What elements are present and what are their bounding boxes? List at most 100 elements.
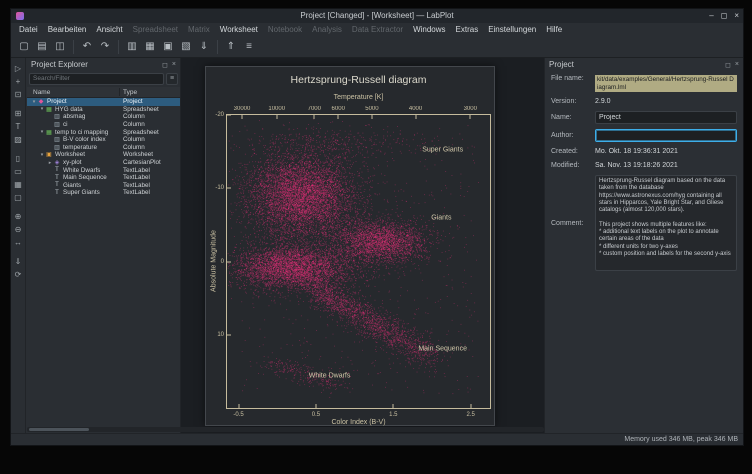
author-field[interactable] bbox=[595, 129, 737, 142]
menu-hilfe[interactable]: Hilfe bbox=[541, 23, 567, 36]
scatter-canvas[interactable] bbox=[227, 115, 490, 408]
titlebar[interactable]: Project [Changed] - [Worksheet] — LabPlo… bbox=[11, 9, 743, 23]
plot-text-label-main-sequence[interactable]: Main Sequence bbox=[418, 346, 467, 353]
tree-row-giants[interactable]: TGiantsTextLabel bbox=[27, 182, 180, 190]
tick-label: 1.5 bbox=[389, 412, 397, 418]
add-image-button[interactable]: ▨ bbox=[11, 133, 25, 146]
column-header-type[interactable]: Type bbox=[123, 87, 137, 98]
search-input[interactable] bbox=[29, 73, 164, 85]
menu-extras[interactable]: Extras bbox=[451, 23, 484, 36]
tick-mark bbox=[393, 404, 394, 408]
break-layout-button[interactable]: ▢ bbox=[11, 191, 25, 204]
tree-column-headers[interactable]: Name Type bbox=[27, 87, 180, 98]
worksheet-view[interactable]: Hertzsprung-Russell diagram Temperature … bbox=[181, 58, 545, 433]
tree-row-ci[interactable]: ▥ciColumn bbox=[27, 121, 180, 129]
tree-row-worksheet[interactable]: ▾▣WorksheetWorksheet bbox=[27, 151, 180, 159]
zoom-select-icon: ⊡ bbox=[15, 90, 22, 99]
tree-row-xy-plot[interactable]: ▸◈xy-plotCartesianPlot bbox=[27, 159, 180, 167]
menu-worksheet[interactable]: Worksheet bbox=[215, 23, 263, 36]
save-project-button[interactable]: ◫ bbox=[51, 38, 69, 56]
plot-title[interactable]: Hertzsprung-Russell diagram bbox=[226, 74, 491, 86]
maximize-button[interactable]: ◻ bbox=[721, 9, 728, 23]
print-button[interactable]: ≡ bbox=[240, 38, 258, 56]
tree-item-type: TextLabel bbox=[123, 167, 150, 174]
tree-row-super-giants[interactable]: TSuper GiantsTextLabel bbox=[27, 189, 180, 197]
plot-frame[interactable]: 300001000070006000500040003000-0.50.51.5… bbox=[226, 114, 491, 409]
import-data-icon: ⇓ bbox=[200, 41, 208, 52]
main-area: ▷+ ⊡ ⊞T▨ ▯ ▭ ▦ ▢ ⊕⊖↔ ⇓ ⟳ Project Explorer ◻ × ≡ Na… bbox=[11, 58, 743, 433]
open-project-button[interactable]: ▤ bbox=[33, 38, 51, 56]
add-plot-button[interactable]: ⊞ bbox=[11, 107, 25, 120]
import-data-button[interactable]: ⇓ bbox=[195, 38, 213, 56]
refresh-icon: ⟳ bbox=[15, 270, 22, 279]
tree-row-b-v-color-index[interactable]: ▥B-V color indexColumn bbox=[27, 136, 180, 144]
select-button[interactable]: ▷ bbox=[11, 62, 25, 75]
float-button[interactable]: ◻ bbox=[162, 61, 168, 69]
tree-item-name: Main Sequence bbox=[63, 174, 107, 181]
zoom-select-button[interactable]: ⊡ bbox=[11, 88, 25, 101]
redo-button[interactable]: ↷ bbox=[96, 38, 114, 56]
navigate-button[interactable]: + bbox=[11, 75, 25, 88]
plot-text-label-white-dwarfs[interactable]: White Dwarfs bbox=[309, 372, 351, 379]
float-button[interactable]: ◻ bbox=[725, 61, 731, 69]
top-axis-title[interactable]: Temperature [K] bbox=[226, 94, 491, 101]
menu-bearbeiten[interactable]: Bearbeiten bbox=[43, 23, 92, 36]
created-label: Created: bbox=[551, 148, 595, 155]
tick-mark bbox=[276, 115, 277, 119]
project-explorer-panel: Project Explorer ◻ × ≡ Name Type ▾◆Projec… bbox=[27, 58, 181, 433]
refresh-button[interactable]: ⟳ bbox=[11, 268, 25, 281]
minimize-button[interactable]: – bbox=[709, 9, 713, 23]
tree-row-temp-to-ci-mapping[interactable]: ▾▦temp to ci mappingSpreadsheet bbox=[27, 128, 180, 136]
worksheet-page[interactable]: Hertzsprung-Russell diagram Temperature … bbox=[205, 66, 495, 426]
new-notebook-button[interactable]: ▧ bbox=[177, 38, 195, 56]
horizontal-layout-button[interactable]: ▭ bbox=[11, 165, 25, 178]
project-explorer-title: Project Explorer bbox=[31, 60, 88, 69]
tree-row-hyg-data[interactable]: ▾▦HYG dataSpreadsheet bbox=[27, 106, 180, 114]
name-field[interactable] bbox=[595, 111, 737, 124]
tick-mark bbox=[227, 334, 231, 335]
project-icon: ◆ bbox=[37, 98, 45, 105]
new-spreadsheet-button[interactable]: ▥ bbox=[123, 38, 141, 56]
zoom-fit-button[interactable]: ↔ bbox=[11, 236, 25, 249]
tree-item-type: TextLabel bbox=[123, 189, 150, 196]
plot-text-label-super-giants[interactable]: Super Giants bbox=[422, 147, 463, 154]
scrollbar-handle[interactable] bbox=[29, 428, 89, 431]
undo-button[interactable]: ↶ bbox=[78, 38, 96, 56]
menu-datei[interactable]: Datei bbox=[14, 23, 43, 36]
horizontal-scrollbar[interactable] bbox=[27, 427, 544, 432]
horizontal-layout-icon: ▭ bbox=[14, 167, 22, 176]
export-image-button[interactable]: ⇑ bbox=[222, 38, 240, 56]
tree-row-white-dwarfs[interactable]: TWhite DwarfsTextLabel bbox=[27, 166, 180, 174]
vertical-layout-button[interactable]: ▯ bbox=[11, 152, 25, 165]
filter-options-button[interactable]: ≡ bbox=[166, 73, 178, 85]
grid-layout-button[interactable]: ▦ bbox=[11, 178, 25, 191]
column-header-name[interactable]: Name bbox=[33, 87, 50, 98]
menu-spreadsheet: Spreadsheet bbox=[128, 23, 183, 36]
new-project-button[interactable]: ▢ bbox=[15, 38, 33, 56]
close-button[interactable]: × bbox=[735, 61, 739, 69]
y-axis-title[interactable]: Absolute Magnitude bbox=[211, 230, 218, 292]
toolbar-separator bbox=[118, 40, 119, 54]
tree-item-name: absmag bbox=[63, 113, 85, 120]
export-button[interactable]: ⇓ bbox=[11, 255, 25, 268]
tree-row-temperature[interactable]: ▥temperatureColumn bbox=[27, 144, 180, 152]
new-matrix-button[interactable]: ▦ bbox=[141, 38, 159, 56]
tree-row-main-sequence[interactable]: TMain SequenceTextLabel bbox=[27, 174, 180, 182]
menu-windows[interactable]: Windows bbox=[408, 23, 450, 36]
grid-layout-icon: ▦ bbox=[14, 180, 22, 189]
bottom-axis-title[interactable]: Color Index (B-V) bbox=[226, 419, 491, 426]
tree-row-absmag[interactable]: ▥absmagColumn bbox=[27, 113, 180, 121]
add-text-button[interactable]: T bbox=[11, 120, 25, 133]
close-button[interactable]: × bbox=[734, 9, 739, 23]
tree-row-project[interactable]: ▾◆ProjectProject bbox=[27, 98, 180, 106]
menu-ansicht[interactable]: Ansicht bbox=[91, 23, 127, 36]
menu-einstellungen[interactable]: Einstellungen bbox=[483, 23, 541, 36]
tree-item-name: temp to ci mapping bbox=[55, 129, 108, 136]
plot-text-label-giants[interactable]: Giants bbox=[431, 214, 451, 221]
menu-analysis: Analysis bbox=[307, 23, 347, 36]
new-worksheet-button[interactable]: ▣ bbox=[159, 38, 177, 56]
close-button[interactable]: × bbox=[172, 61, 176, 69]
zoom-out-button[interactable]: ⊖ bbox=[11, 223, 25, 236]
comment-field[interactable]: Hertzsprung-Russel diagram based on the … bbox=[595, 175, 737, 271]
zoom-in-button[interactable]: ⊕ bbox=[11, 210, 25, 223]
